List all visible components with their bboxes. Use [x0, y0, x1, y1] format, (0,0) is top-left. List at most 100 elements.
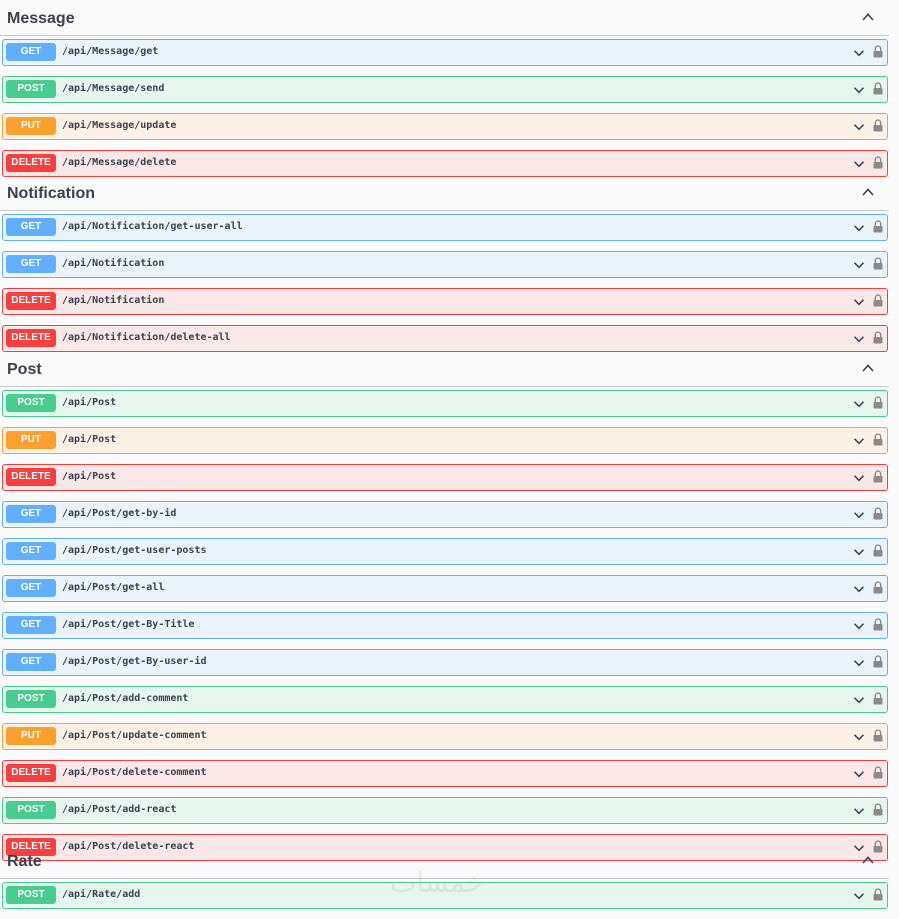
- operation-get[interactable]: GET/api/Post/get-all: [2, 575, 888, 602]
- lock-icon[interactable]: [873, 618, 883, 631]
- operation-post[interactable]: POST/api/Message/send: [2, 76, 888, 103]
- tag-section-notification: Notification GET/api/Notification/get-use…: [0, 175, 899, 362]
- chevron-down-icon[interactable]: [853, 397, 865, 409]
- method-badge: GET: [6, 542, 56, 560]
- chevron-down-icon[interactable]: [853, 157, 865, 169]
- method-badge: DELETE: [6, 292, 56, 310]
- tag-header[interactable]: Notification: [0, 175, 889, 211]
- method-badge: GET: [6, 218, 56, 236]
- chevron-down-icon[interactable]: [853, 46, 865, 58]
- operation-get[interactable]: GET/api/Post/get-By-Title: [2, 612, 888, 639]
- chevron-down-icon[interactable]: [853, 471, 865, 483]
- operation-path: /api/Post/get-all: [62, 582, 165, 593]
- operation-put[interactable]: PUT/api/Message/update: [2, 113, 888, 140]
- chevron-down-icon[interactable]: [853, 889, 865, 901]
- tag-title: Post: [7, 361, 42, 378]
- method-badge: POST: [6, 394, 56, 412]
- operation-path: /api/Post/get-by-id: [62, 508, 177, 519]
- lock-icon[interactable]: [873, 507, 883, 520]
- operation-delete[interactable]: DELETE/api/Message/delete: [2, 150, 888, 177]
- tag-section-rate: Rate POST/api/Rate/add: [0, 843, 899, 919]
- operation-put[interactable]: PUT/api/Post/update-comment: [2, 723, 888, 750]
- chevron-down-icon[interactable]: [853, 693, 865, 705]
- method-badge: GET: [6, 616, 56, 634]
- method-badge: POST: [6, 690, 56, 708]
- operation-delete[interactable]: DELETE/api/Post: [2, 464, 888, 491]
- operation-path: /api/Rate/add: [62, 889, 141, 900]
- operation-get[interactable]: GET/api/Notification: [2, 251, 888, 278]
- method-badge: GET: [6, 653, 56, 671]
- chevron-up-icon[interactable]: [861, 185, 875, 199]
- lock-icon[interactable]: [873, 119, 883, 132]
- lock-icon[interactable]: [873, 331, 883, 344]
- lock-icon[interactable]: [873, 433, 883, 446]
- operation-path: /api/Post/get-By-user-id: [62, 656, 207, 667]
- chevron-up-icon[interactable]: [861, 853, 875, 867]
- lock-icon[interactable]: [873, 45, 883, 58]
- operation-path: /api/Notification: [62, 295, 165, 306]
- chevron-down-icon[interactable]: [853, 730, 865, 742]
- lock-icon[interactable]: [873, 82, 883, 95]
- lock-icon[interactable]: [873, 156, 883, 169]
- operation-path: /api/Post/delete-comment: [62, 767, 207, 778]
- chevron-down-icon[interactable]: [853, 434, 865, 446]
- lock-icon[interactable]: [873, 257, 883, 270]
- method-badge: GET: [6, 505, 56, 523]
- chevron-down-icon[interactable]: [853, 83, 865, 95]
- method-badge: DELETE: [6, 154, 56, 172]
- lock-icon[interactable]: [873, 544, 883, 557]
- lock-icon[interactable]: [873, 294, 883, 307]
- operation-get[interactable]: GET/api/Notification/get-user-all: [2, 214, 888, 241]
- method-badge: POST: [6, 80, 56, 98]
- lock-icon[interactable]: [873, 766, 883, 779]
- operation-delete[interactable]: DELETE/api/Post/delete-comment: [2, 760, 888, 787]
- operation-path: /api/Message/get: [62, 46, 159, 57]
- lock-icon[interactable]: [873, 470, 883, 483]
- operation-get[interactable]: GET/api/Message/get: [2, 39, 888, 66]
- operation-path: /api/Post/update-comment: [62, 730, 207, 741]
- chevron-down-icon[interactable]: [853, 221, 865, 233]
- chevron-down-icon[interactable]: [853, 120, 865, 132]
- operation-post[interactable]: POST/api/Post/add-comment: [2, 686, 888, 713]
- chevron-down-icon[interactable]: [853, 332, 865, 344]
- operation-path: /api/Post/get-By-Title: [62, 619, 195, 630]
- operation-post[interactable]: POST/api/Post: [2, 390, 888, 417]
- chevron-down-icon[interactable]: [853, 767, 865, 779]
- chevron-up-icon[interactable]: [861, 361, 875, 375]
- method-badge: GET: [6, 579, 56, 597]
- chevron-down-icon[interactable]: [853, 545, 865, 557]
- method-badge: PUT: [6, 431, 56, 449]
- method-badge: DELETE: [6, 329, 56, 347]
- tag-header[interactable]: Rate: [0, 843, 889, 879]
- lock-icon[interactable]: [873, 888, 883, 901]
- lock-icon[interactable]: [873, 220, 883, 233]
- chevron-down-icon[interactable]: [853, 508, 865, 520]
- lock-icon[interactable]: [873, 396, 883, 409]
- chevron-down-icon[interactable]: [853, 656, 865, 668]
- operation-get[interactable]: GET/api/Post/get-By-user-id: [2, 649, 888, 676]
- operation-get[interactable]: GET/api/Post/get-user-posts: [2, 538, 888, 565]
- operation-path: /api/Notification/delete-all: [62, 332, 231, 343]
- tag-header[interactable]: Message: [0, 0, 889, 36]
- operation-post[interactable]: POST/api/Rate/add: [2, 882, 888, 909]
- chevron-down-icon[interactable]: [853, 258, 865, 270]
- chevron-down-icon[interactable]: [853, 582, 865, 594]
- lock-icon[interactable]: [873, 655, 883, 668]
- operation-path: /api/Message/delete: [62, 157, 177, 168]
- operation-path: /api/Message/update: [62, 120, 177, 131]
- operation-get[interactable]: GET/api/Post/get-by-id: [2, 501, 888, 528]
- lock-icon[interactable]: [873, 803, 883, 816]
- lock-icon[interactable]: [873, 729, 883, 742]
- lock-icon[interactable]: [873, 581, 883, 594]
- chevron-up-icon[interactable]: [861, 10, 875, 24]
- operation-delete[interactable]: DELETE/api/Notification/delete-all: [2, 325, 888, 352]
- chevron-down-icon[interactable]: [853, 804, 865, 816]
- operation-delete[interactable]: DELETE/api/Notification: [2, 288, 888, 315]
- operation-put[interactable]: PUT/api/Post: [2, 427, 888, 454]
- lock-icon[interactable]: [873, 692, 883, 705]
- operation-post[interactable]: POST/api/Post/add-react: [2, 797, 888, 824]
- chevron-down-icon[interactable]: [853, 295, 865, 307]
- tag-header[interactable]: Post: [0, 351, 889, 387]
- chevron-down-icon[interactable]: [853, 619, 865, 631]
- method-badge: POST: [6, 886, 56, 904]
